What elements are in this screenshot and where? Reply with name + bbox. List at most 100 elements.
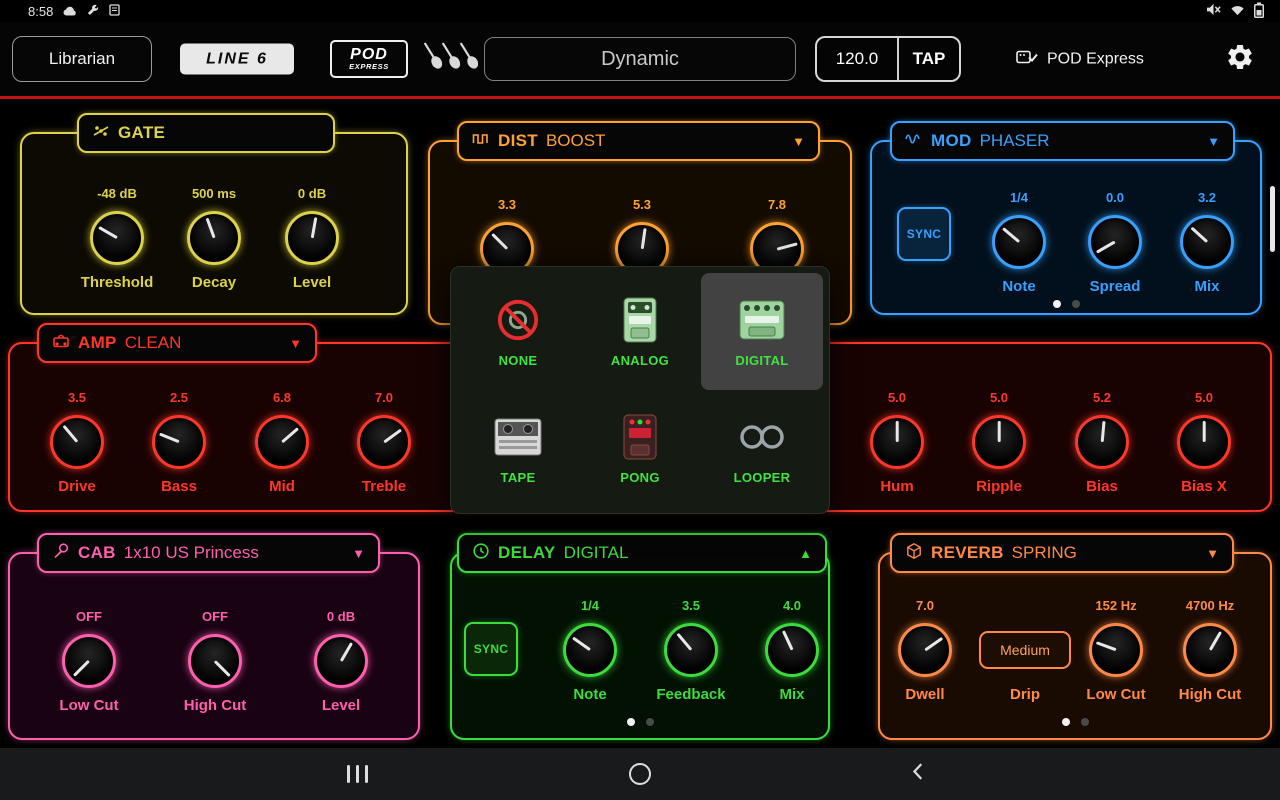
gate-header[interactable]: GATE — [77, 113, 335, 153]
drive-knob[interactable] — [50, 415, 104, 469]
mid-knob[interactable] — [255, 415, 309, 469]
mod-spread-knob[interactable] — [1088, 215, 1142, 269]
dwell-knob[interactable] — [898, 623, 952, 677]
settings-gear-button[interactable] — [1222, 41, 1258, 77]
model-option-label: DIGITAL — [735, 353, 788, 368]
knob-label: Level — [322, 697, 360, 714]
page-dots — [872, 300, 1260, 308]
knob-pointer — [1096, 642, 1117, 652]
cab-mic-icon — [52, 542, 70, 565]
knob-label: Level — [293, 274, 331, 291]
mod-mix-knob[interactable] — [1180, 215, 1234, 269]
knob-pointer — [998, 421, 1001, 442]
knob-pointer — [281, 427, 299, 443]
knob-pointer — [924, 637, 943, 651]
dist-header[interactable]: DIST BOOST ▼ — [457, 121, 820, 161]
knob-value: 5.3 — [633, 197, 651, 213]
knob-value: 4700 Hz — [1186, 598, 1234, 614]
page-dot[interactable] — [1072, 300, 1080, 308]
model-option-digital[interactable]: DIGITAL — [701, 273, 823, 390]
delay-model-popup: NONE ANALOG DIGITAL TAPE PONG — [450, 266, 830, 514]
knob-value: OFF — [76, 609, 102, 625]
model-option-pong[interactable]: PONG — [579, 390, 701, 507]
block-model: PHASER — [980, 131, 1050, 151]
device-name: POD Express — [1047, 50, 1144, 68]
delay-header[interactable]: DELAY DIGITAL ▲ — [457, 533, 827, 573]
wifi-icon — [1230, 4, 1245, 19]
pod-logo-bottom: EXPRESS — [349, 63, 389, 71]
knob-value: 3.3 — [498, 197, 516, 213]
preset-selector[interactable]: Dynamic — [484, 37, 796, 81]
device-icon — [1016, 47, 1038, 72]
page-dot[interactable] — [1081, 718, 1089, 726]
model-option-label: LOOPER — [734, 470, 791, 485]
knob-label: Treble — [362, 478, 406, 495]
reverb-high-cut-knob[interactable] — [1183, 623, 1237, 677]
bias-x-knob[interactable] — [1177, 415, 1231, 469]
knob-value: 0 dB — [298, 186, 326, 202]
device-status[interactable]: POD Express — [1016, 47, 1144, 72]
reverb-header[interactable]: REVERB SPRING ▼ — [890, 533, 1234, 573]
knob-value: 5.2 — [1093, 390, 1111, 406]
scrollbar[interactable] — [1270, 186, 1275, 252]
amp-icon — [52, 332, 70, 355]
page-dot[interactable] — [646, 718, 654, 726]
mod-icon — [905, 130, 923, 153]
back-button[interactable] — [908, 761, 930, 788]
line6-logo: LINE 6 — [180, 44, 294, 75]
cab-header[interactable]: CAB 1x10 US Princess ▼ — [37, 533, 380, 573]
model-option-label: PONG — [620, 470, 659, 485]
decay-knob[interactable] — [187, 211, 241, 265]
mod-sync-button[interactable]: SYNC — [897, 207, 951, 261]
knob-pointer — [340, 642, 353, 661]
model-option-none[interactable]: NONE — [457, 273, 579, 390]
cloud-icon — [63, 4, 77, 19]
knob-label: High Cut — [184, 697, 246, 714]
librarian-button[interactable]: Librarian — [12, 36, 152, 82]
reverb-cube-icon — [905, 542, 923, 565]
page-dot[interactable] — [627, 718, 635, 726]
gate-level-knob[interactable] — [285, 211, 339, 265]
model-option-analog[interactable]: ANALOG — [579, 273, 701, 390]
model-option-looper[interactable]: LOOPER — [701, 390, 823, 507]
delay-note-knob[interactable] — [563, 623, 617, 677]
drip-button[interactable]: Medium — [979, 631, 1071, 669]
recents-icon — [356, 765, 359, 783]
block-category: CAB — [78, 543, 116, 563]
feedback-knob[interactable] — [664, 623, 718, 677]
cab-level-knob[interactable] — [314, 634, 368, 688]
mod-header[interactable]: MOD PHASER ▼ — [890, 121, 1235, 161]
knob-value: 7.0 — [916, 598, 934, 614]
mod-block: MOD PHASER ▼ SYNC 1/4 Note 0.0 Spread 3.… — [870, 140, 1262, 315]
threshold-knob[interactable] — [90, 211, 144, 265]
bass-knob[interactable] — [152, 415, 206, 469]
bias-knob[interactable] — [1075, 415, 1129, 469]
preset-name: Dynamic — [601, 48, 679, 71]
treble-knob[interactable] — [357, 415, 411, 469]
dropdown-icon: ▼ — [289, 336, 302, 351]
cab-low-cut-knob[interactable] — [62, 634, 116, 688]
reverb-low-cut-knob[interactable] — [1089, 623, 1143, 677]
recents-button[interactable] — [347, 765, 368, 783]
ripple-knob[interactable] — [972, 415, 1026, 469]
tap-button[interactable]: TAP — [899, 38, 959, 80]
delay-sync-button[interactable]: SYNC — [464, 622, 518, 676]
knob-value: 5.0 — [888, 390, 906, 406]
page-dot[interactable] — [1062, 718, 1070, 726]
page-dots — [452, 718, 828, 726]
tempo-value[interactable]: 120.0 — [817, 38, 897, 80]
model-option-tape[interactable]: TAPE — [457, 390, 579, 507]
knob-pointer — [1191, 227, 1208, 243]
cab-high-cut-knob[interactable] — [188, 634, 242, 688]
page-dot[interactable] — [1053, 300, 1061, 308]
hum-knob[interactable] — [870, 415, 924, 469]
recents-icon — [365, 765, 368, 783]
home-button[interactable] — [629, 763, 651, 785]
gear-icon — [1225, 42, 1255, 77]
amp-header[interactable]: AMP CLEAN ▼ — [37, 323, 317, 363]
block-model: BOOST — [546, 131, 606, 151]
block-model: 1x10 US Princess — [124, 543, 259, 563]
dist-icon — [472, 130, 490, 153]
delay-mix-knob[interactable] — [765, 623, 819, 677]
mod-note-knob[interactable] — [992, 215, 1046, 269]
